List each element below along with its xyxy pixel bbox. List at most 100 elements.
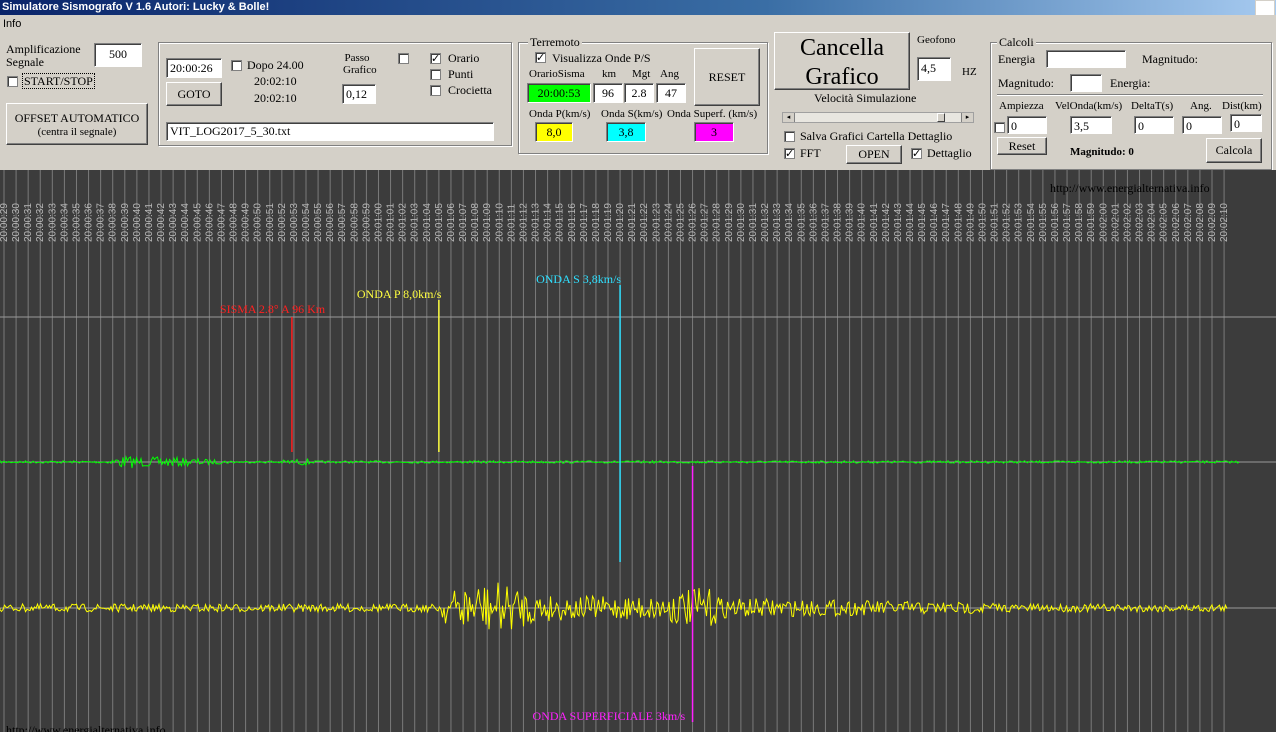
time-tick-label: 20:02:07 (1183, 203, 1194, 242)
geofono-label: Geofono (917, 34, 956, 46)
time-tick-label: 20:01:59 (1086, 203, 1097, 242)
terremoto-reset-button[interactable]: RESET (694, 48, 760, 106)
calcola-button[interactable]: Calcola (1206, 138, 1262, 163)
salva-label: Salva Grafici Cartella Dettaglio (800, 129, 953, 143)
time-tick-label: 20:02:10 (1219, 203, 1230, 242)
offset-auto-button[interactable]: OFFSET AUTOMATICO (centra il segnale) (6, 103, 148, 145)
time-tick-label: 20:01:36 (808, 203, 819, 242)
crocietta-checkbox[interactable] (430, 85, 441, 96)
start-stop-label[interactable]: START/STOP (22, 73, 95, 89)
deltat-input[interactable]: 0 (1134, 116, 1174, 134)
time-tick-label: 20:02:03 (1135, 203, 1146, 242)
slider-thumb[interactable] (936, 113, 945, 122)
ang-field[interactable]: 47 (656, 83, 686, 103)
fft-checkbox[interactable]: ✓ (784, 148, 795, 159)
time-input[interactable]: 20:00:26 (166, 58, 222, 78)
seismograph-canvas: 20:00:29 20:00:30 20:00:31 20:00:32 20:00:33… (0, 170, 1276, 732)
start-stop-checkbox[interactable] (7, 76, 18, 87)
time-tick-label: 20:00:34 (59, 203, 70, 242)
amplification-input[interactable]: 500 (94, 43, 142, 67)
onda-s-label: Onda S(km/s) (601, 108, 663, 120)
time-tick-label: 20:02:06 (1171, 203, 1182, 242)
time-tick-label: 20:01:05 (434, 203, 445, 242)
cancella-grafico-button[interactable]: Cancella Grafico (774, 32, 910, 90)
seismograph-graph[interactable]: 20:00:29 20:00:30 20:00:31 20:00:32 20:00:33… (0, 170, 1276, 732)
time-tick-label: 20:01:51 (990, 203, 1001, 242)
time-tick-label: 20:00:56 (325, 203, 336, 242)
time-tick-label: 20:00:57 (337, 203, 348, 242)
orario-checkbox[interactable]: ✓ (430, 53, 441, 64)
time-tick-label: 20:01:40 (857, 203, 868, 242)
time-tick-label: 20:01:24 (663, 203, 674, 242)
time-tick-label: 20:00:48 (229, 203, 240, 242)
ang-input[interactable]: 0 (1182, 116, 1222, 134)
punti-label: Punti (448, 67, 474, 81)
marker-label: SISMA 2.8° A 96 Km (220, 302, 326, 316)
energia-label: Energia (998, 52, 1036, 66)
dopo-checkbox[interactable] (231, 60, 242, 71)
goto-button[interactable]: GOTO (166, 82, 222, 106)
time-tick-label: 20:00:51 (265, 203, 276, 242)
menu-bar: Info (0, 15, 21, 33)
punti-checkbox[interactable] (430, 69, 441, 80)
time-tick-label: 20:00:30 (11, 203, 22, 242)
time-tick-label: 20:01:10 (494, 203, 505, 242)
menu-item-info[interactable]: Info (3, 18, 21, 30)
open-button[interactable]: OPEN (846, 145, 902, 164)
time-tick-label: 20:01:57 (1062, 203, 1073, 242)
ampiezza-input[interactable]: 0 (1007, 116, 1047, 134)
time-tick-label: 20:00:37 (96, 203, 107, 242)
time-tick-label: 20:01:00 (373, 203, 384, 242)
time-tick-label: 20:01:19 (603, 203, 614, 242)
velonda-input[interactable]: 3,5 (1070, 116, 1112, 134)
time-tick-label: 20:00:54 (301, 203, 312, 242)
onda-sup-field[interactable]: 3 (694, 122, 734, 142)
time-tick-label: 20:01:49 (965, 203, 976, 242)
onda-p-field[interactable]: 8,0 (535, 122, 573, 142)
ampiezza-checkbox[interactable] (994, 122, 1005, 133)
close-button[interactable] (1255, 0, 1275, 16)
time-tick-label: 20:00:43 (168, 203, 179, 242)
energia-input[interactable] (1046, 50, 1126, 68)
calcoli-divider (997, 94, 1263, 96)
window-title: Simulatore Sismografo V 1.6 Autori: Luck… (2, 1, 270, 13)
file-input[interactable]: VIT_LOG2017_5_30.txt (166, 122, 494, 141)
time-tick-label: 20:01:22 (639, 203, 650, 242)
velonda-header: VelOnda(km/s) (1055, 100, 1123, 112)
visualizza-checkbox[interactable]: ✓ (535, 52, 546, 63)
onda-s-field[interactable]: 3,8 (606, 122, 646, 142)
deltat-header: DeltaT(s) (1131, 100, 1174, 112)
time-tick-label: 20:00:47 (216, 203, 227, 242)
time-tick-label: 20:01:43 (893, 203, 904, 242)
orario-sisma-field[interactable]: 20:00:53 (527, 83, 591, 103)
visualizza-label: Visualizza Onde P/S (552, 51, 651, 65)
passo-input[interactable]: 0,12 (342, 84, 376, 104)
time-tick-label: 20:01:25 (675, 203, 686, 242)
slider-right-arrow[interactable]: ▸ (961, 113, 973, 122)
unnamed-checkbox[interactable] (398, 53, 409, 64)
time-tick-label: 20:01:06 (446, 203, 457, 242)
geofono-input[interactable]: 4,5 (917, 57, 951, 81)
time-tick-label: 20:01:39 (845, 203, 856, 242)
slider-left-arrow[interactable]: ◂ (783, 113, 795, 122)
velocita-slider[interactable]: ◂ ▸ (782, 112, 974, 123)
magnitudo-input[interactable] (1070, 74, 1102, 92)
time-tick-label: 20:01:03 (410, 203, 421, 242)
calcoli-reset-button[interactable]: Reset (997, 137, 1047, 155)
time-tick-label: 20:01:13 (531, 203, 542, 242)
dettaglio-checkbox[interactable]: ✓ (911, 148, 922, 159)
time-tick-label: 20:02:00 (1098, 203, 1109, 242)
ang-header: Ang. (1190, 100, 1212, 112)
dist-input[interactable]: 0 (1230, 114, 1262, 132)
marker-label: ONDA SUPERFICIALE 3km/s (533, 709, 686, 723)
km-field[interactable]: 96 (593, 83, 623, 103)
salva-checkbox[interactable] (784, 131, 795, 142)
onda-sup-label: Onda Superf. (km/s) (667, 108, 758, 120)
time-tick-label: 20:01:45 (917, 203, 928, 242)
mgt-field[interactable]: 2.8 (624, 83, 654, 103)
time-tick-label: 20:01:02 (398, 203, 409, 242)
time-tick-label: 20:01:38 (833, 203, 844, 242)
time-tick-label: 20:01:42 (881, 203, 892, 242)
time-tick-label: 20:01:09 (482, 203, 493, 242)
time-tick-label: 20:01:27 (700, 203, 711, 242)
